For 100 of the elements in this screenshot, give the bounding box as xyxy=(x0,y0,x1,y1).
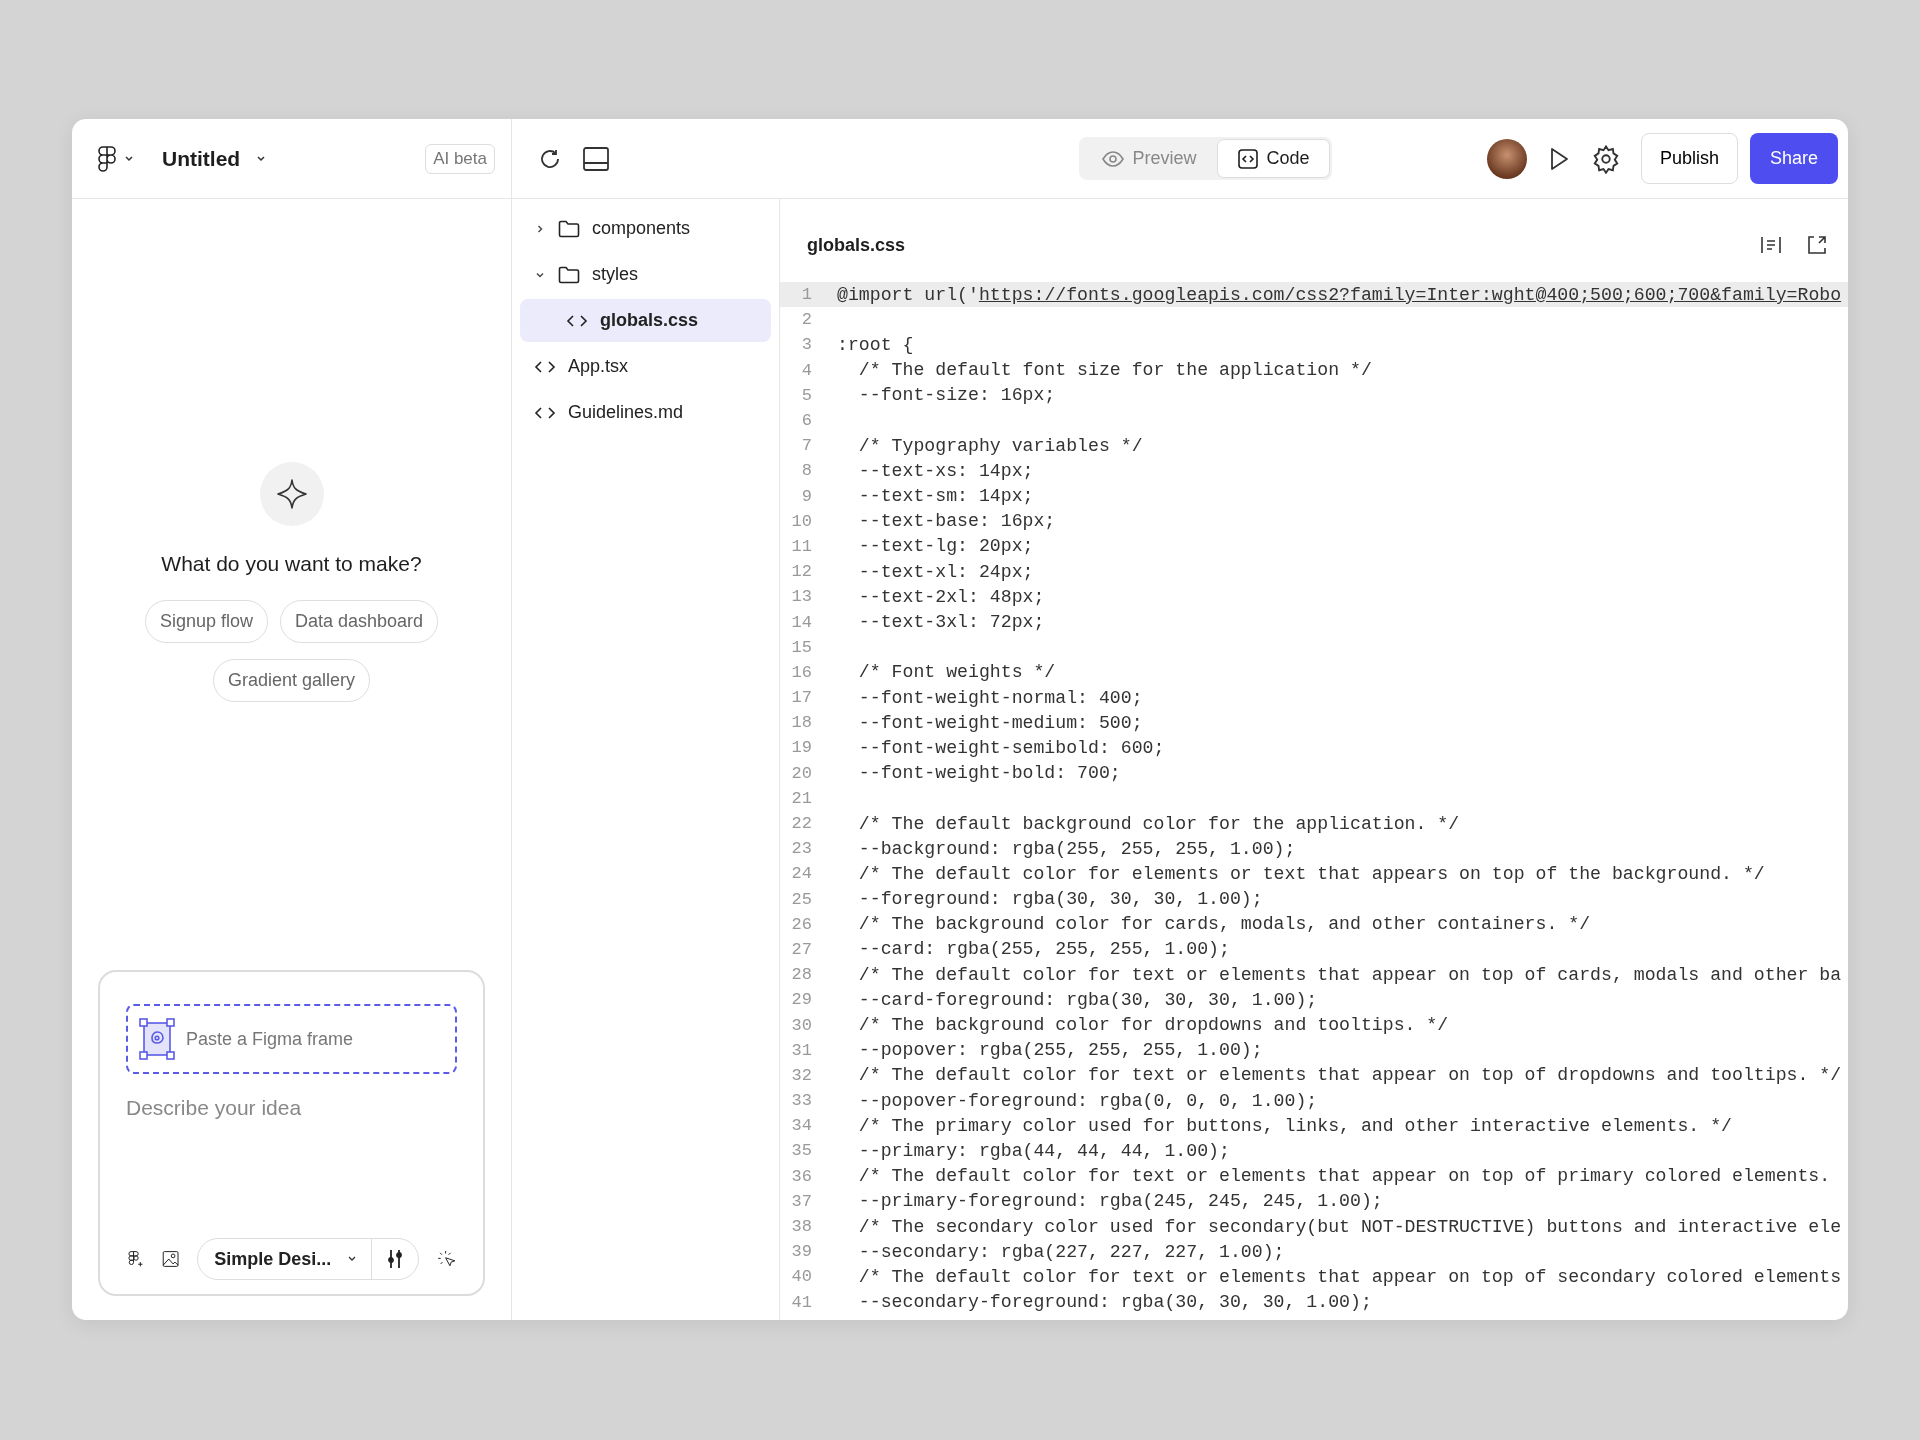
line-number: 11 xyxy=(790,536,812,556)
line-number: 19 xyxy=(790,738,812,758)
suggestion-chip[interactable]: Gradient gallery xyxy=(212,659,371,702)
caret-icon[interactable] xyxy=(124,154,134,163)
code-line: --font-weight-semibold: 600; xyxy=(857,737,1165,758)
code-line: /* The default background color for the application. */ xyxy=(857,813,1460,834)
code-line: /* The default color for text or elements that appear on top of cards, modals and other ba xyxy=(857,964,1842,985)
code-line: --font-weight-normal: 400; xyxy=(857,687,1143,708)
folder-icon xyxy=(558,219,580,238)
line-number: 21 xyxy=(790,788,812,808)
code-line: --card-foreground: rgba(30, 30, 30, 1.00); xyxy=(857,989,1318,1010)
code-line: --background: rgba(255, 255, 255, 1.00); xyxy=(857,838,1296,859)
project-title[interactable]: Untitled xyxy=(162,146,241,171)
file-tree-item[interactable]: App.tsx xyxy=(520,345,771,388)
folder-icon xyxy=(558,265,580,284)
line-number: 20 xyxy=(790,763,812,783)
code-icon xyxy=(1238,148,1259,169)
code-line: --font-weight-medium: 500; xyxy=(857,712,1143,733)
code-line: --text-base: 16px; xyxy=(857,511,1056,532)
eye-icon xyxy=(1102,150,1125,167)
line-number: 41 xyxy=(790,1292,812,1312)
line-number: 1 xyxy=(800,285,812,305)
code-line: --foreground: rgba(30, 30, 30, 1.00); xyxy=(857,889,1263,910)
code-line: :root { xyxy=(837,334,914,355)
view-tab[interactable]: Code xyxy=(1217,139,1331,178)
code-line: /* The default font size for the application */ xyxy=(857,360,1372,381)
code-line: --text-lg: 20px; xyxy=(857,536,1034,557)
line-number: 37 xyxy=(790,1191,812,1211)
paste-frame-label: Paste a Figma frame xyxy=(186,1028,354,1050)
expand-icon[interactable] xyxy=(1806,234,1828,256)
code-line: --text-sm: 14px; xyxy=(857,486,1034,507)
code-line: /* The default color for text or elements that appear on top of dropdowns and tooltips. */ xyxy=(857,1065,1842,1086)
line-number: 31 xyxy=(790,1040,812,1060)
line-number: 28 xyxy=(790,965,812,985)
line-number: 39 xyxy=(790,1242,812,1262)
line-number: 18 xyxy=(790,713,812,733)
file-tree-item[interactable]: globals.css xyxy=(520,299,771,342)
caret-icon xyxy=(347,1255,358,1263)
line-number: 27 xyxy=(790,939,812,959)
code-line: --text-2xl: 48px; xyxy=(857,586,1045,607)
code-line: /* The default color for elements or text that appears on top of the background. */ xyxy=(857,863,1765,884)
code-line: /* Font weights */ xyxy=(857,662,1056,683)
code-icon xyxy=(566,312,588,329)
line-number: 29 xyxy=(790,990,812,1010)
prompt-box[interactable]: Paste a Figma frame Describe your idea Simple Desi... xyxy=(98,970,485,1296)
code-line: --font-size: 16px; xyxy=(857,385,1056,406)
line-number: 16 xyxy=(790,662,812,682)
code-line: /* The secondary color used for secondary(but NOT-DESTRUCTIVE) buttons and interactive ele xyxy=(857,1216,1842,1237)
line-number: 9 xyxy=(800,486,812,506)
line-number: 36 xyxy=(790,1166,812,1186)
file-tree-item[interactable]: components xyxy=(520,207,771,250)
line-number: 5 xyxy=(800,385,812,405)
sliders-icon[interactable] xyxy=(386,1248,405,1270)
caret-icon[interactable] xyxy=(256,154,267,163)
code-line: --font-weight-bold: 700; xyxy=(857,763,1121,784)
line-number: 13 xyxy=(790,587,812,607)
suggestion-chip[interactable]: Data dashboard xyxy=(280,600,439,643)
share-button[interactable]: Share xyxy=(1749,133,1838,184)
code-line: --text-xl: 24px; xyxy=(857,561,1034,582)
suggestion-chip[interactable]: Signup flow xyxy=(144,600,268,643)
line-number: 35 xyxy=(790,1141,812,1161)
line-number: 23 xyxy=(790,839,812,859)
line-number: 14 xyxy=(790,612,812,632)
code-line: --secondary-foreground: rgba(30, 30, 30, 1.00); xyxy=(857,1292,1372,1313)
code-line: --text-3xl: 72px; xyxy=(857,612,1045,633)
line-number: 7 xyxy=(800,436,812,456)
ai-beta-badge: AI beta xyxy=(425,143,495,174)
publish-button[interactable]: Publish xyxy=(1640,133,1738,184)
line-number: 3 xyxy=(800,335,812,355)
code-line: --card: rgba(255, 255, 255, 1.00); xyxy=(857,939,1230,960)
code-line: --secondary: rgba(227, 227, 227, 1.00); xyxy=(857,1241,1285,1262)
code-line: /* The background color for dropdowns and tooltips. */ xyxy=(857,1015,1449,1036)
code-link[interactable]: https://fonts.googleapis.com/css2?family=Inter:wght@400;500;600;700&family=Robo xyxy=(978,284,1842,305)
code-line: --popover-foreground: rgba(0, 0, 0, 1.00); xyxy=(857,1090,1318,1111)
line-number: 12 xyxy=(790,562,812,582)
line-number: 6 xyxy=(800,411,812,431)
line-number: 4 xyxy=(800,360,812,380)
line-number: 34 xyxy=(790,1116,812,1136)
line-number: 33 xyxy=(790,1091,812,1111)
user-avatar[interactable] xyxy=(1486,138,1527,179)
paste-frame-dropzone[interactable]: Paste a Figma frame xyxy=(126,1004,457,1074)
line-number: 40 xyxy=(790,1267,812,1287)
line-number: 17 xyxy=(790,688,812,708)
code-line: --primary-foreground: rgba(245, 245, 245, 1.00); xyxy=(857,1191,1383,1212)
line-number: 26 xyxy=(790,914,812,934)
format-icon[interactable] xyxy=(1760,235,1782,255)
line-number: 24 xyxy=(790,864,812,884)
line-number: 10 xyxy=(790,511,812,531)
code-icon xyxy=(534,404,556,421)
figma-logo-icon[interactable] xyxy=(98,145,116,172)
code-line: /* The primary color used for buttons, links, and other interactive elements. */ xyxy=(857,1115,1732,1136)
code-line: /* The default color for text or elements that appear on top of secondary colored elements xyxy=(857,1266,1842,1287)
frame-icon xyxy=(138,1017,176,1061)
code-line: /* The background color for cards, modals, and other containers. */ xyxy=(857,914,1591,935)
line-number: 22 xyxy=(790,814,812,834)
code-line: /* The default color for text or elements that appear on top of primary colored elements. xyxy=(857,1166,1831,1187)
file-tree-item[interactable]: Guidelines.md xyxy=(520,391,771,434)
panel-icon[interactable] xyxy=(582,145,610,172)
prompt-question: What do you want to make? xyxy=(161,552,422,576)
file-tree-item[interactable]: styles xyxy=(520,253,771,296)
